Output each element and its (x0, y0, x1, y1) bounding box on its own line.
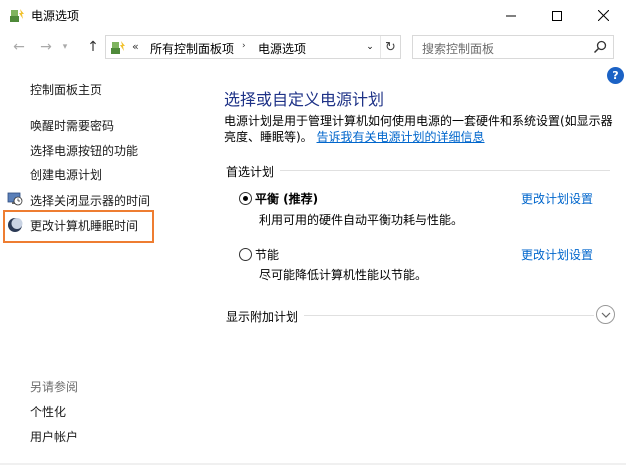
preferred-plans-label: 首选计划 (226, 165, 275, 179)
monitor-clock-icon (7, 192, 23, 206)
see-also-heading: 另请参阅 (30, 380, 79, 394)
maximize-icon (552, 10, 562, 21)
page-description: 电源计划是用于管理计算机如何使用电源的一套硬件和系统设置(如显示器亮度、睡眠等)… (224, 113, 616, 145)
breadcrumb-power-options[interactable]: 电源选项 (258, 40, 306, 57)
address-dropdown-button[interactable]: ⌄ (363, 38, 377, 56)
plan-balanced-radio[interactable] (239, 192, 252, 205)
navigation-bar: ← → ▾ ↑ « 所有控制面板项 › 电源选项 ⌄ ↻ 搜索控制面板 (0, 31, 626, 63)
back-button[interactable]: ← (9, 38, 29, 56)
arrow-left-icon: ← (13, 39, 25, 55)
power-options-icon (10, 9, 24, 22)
search-input[interactable]: 搜索控制面板 (412, 35, 614, 59)
sidebar-item-sleep-time[interactable]: 更改计算机睡眠时间 (30, 217, 138, 234)
close-button[interactable] (580, 0, 626, 31)
plan-saver-name[interactable]: 节能 (255, 246, 279, 263)
breadcrumb-overflow[interactable]: « (132, 40, 139, 53)
chevron-down-icon (601, 312, 610, 318)
search-placeholder: 搜索控制面板 (422, 42, 495, 56)
plan-balanced-settings-link[interactable]: 更改计划设置 (521, 190, 593, 207)
see-also-user-accounts[interactable]: 用户帐户 (30, 428, 78, 445)
chevron-right-icon[interactable]: › (242, 41, 246, 51)
group-divider (280, 170, 610, 171)
window-title: 电源选项 (31, 9, 80, 23)
sidebar-item-control-panel-home[interactable]: 控制面板主页 (30, 81, 102, 98)
title-bar: 电源选项 (0, 0, 626, 31)
breadcrumb-all-items[interactable]: 所有控制面板项 (150, 40, 234, 57)
refresh-button[interactable]: ↻ (380, 36, 400, 58)
arrow-right-icon: → (40, 39, 52, 55)
search-icon[interactable] (593, 40, 607, 54)
help-icon[interactable]: ? (607, 67, 624, 84)
control-panel-icon (111, 41, 125, 54)
up-button[interactable]: ↑ (83, 38, 103, 56)
minimize-button[interactable] (488, 0, 534, 31)
maximize-button[interactable] (534, 0, 580, 31)
moon-icon (8, 218, 23, 232)
recent-locations-button[interactable]: ▾ (58, 38, 72, 56)
chevron-down-icon: ▾ (62, 42, 68, 52)
plan-saver-radio[interactable] (239, 248, 252, 261)
learn-more-link[interactable]: 告诉我有关电源计划的详细信息 (317, 130, 485, 144)
sidebar-item-power-button[interactable]: 选择电源按钮的功能 (30, 142, 138, 159)
sidebar-item-create-plan[interactable]: 创建电源计划 (30, 166, 102, 183)
additional-divider (304, 315, 594, 316)
plan-saver-settings-link[interactable]: 更改计划设置 (521, 246, 593, 263)
sidebar-item-wake-password[interactable]: 唤醒时需要密码 (30, 117, 114, 134)
address-box[interactable]: « 所有控制面板项 › 电源选项 ⌄ ↻ (105, 35, 401, 59)
plan-saver-desc: 尽可能降低计算机性能以节能。 (259, 268, 428, 282)
plan-balanced-name[interactable]: 平衡 (推荐) (255, 190, 318, 207)
close-icon (597, 10, 609, 21)
forward-button[interactable]: → (36, 38, 56, 56)
sidebar-item-display-off-time[interactable]: 选择关闭显示器的时间 (30, 192, 150, 209)
see-also-personalization[interactable]: 个性化 (30, 403, 66, 420)
refresh-icon: ↻ (385, 39, 396, 55)
page-title: 选择或自定义电源计划 (224, 90, 385, 109)
arrow-up-icon: ↑ (87, 39, 99, 55)
minimize-icon (506, 15, 516, 16)
show-additional-plans-label[interactable]: 显示附加计划 (226, 308, 298, 325)
expand-button[interactable] (596, 305, 615, 324)
plan-balanced-desc: 利用可用的硬件自动平衡功耗与性能。 (259, 213, 464, 227)
chevron-down-icon: ⌄ (366, 42, 374, 52)
